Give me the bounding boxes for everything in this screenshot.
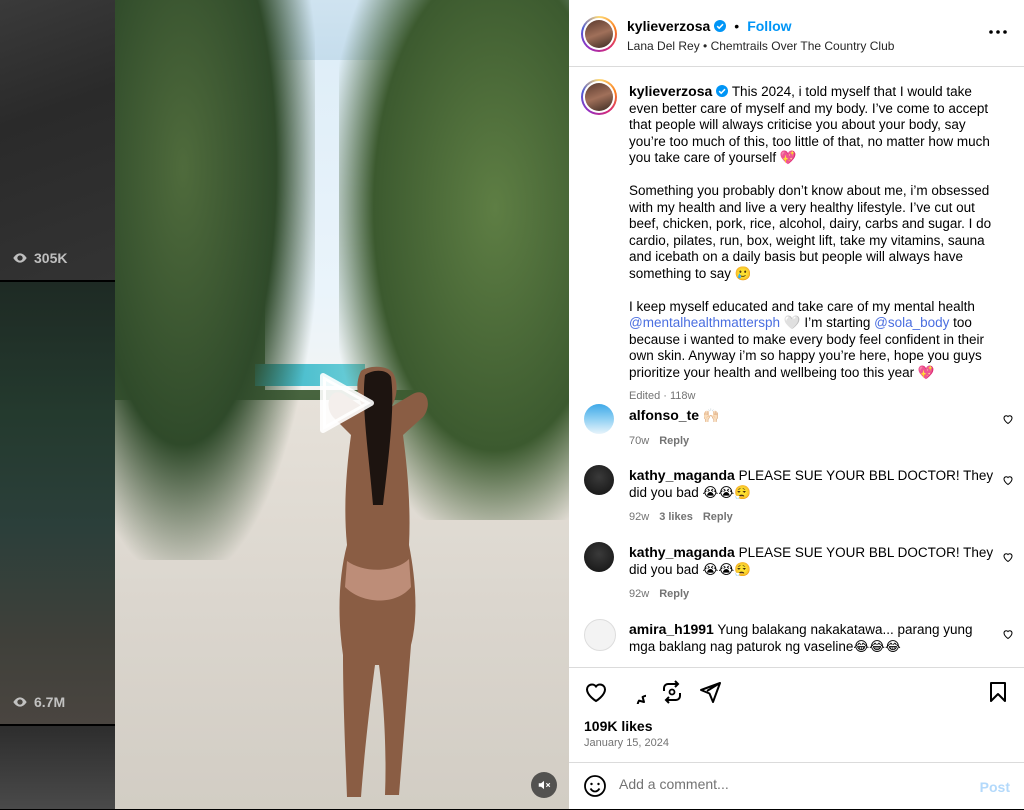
comment: kathy_maganda PLEASE SUE YOUR BBL DOCTOR… xyxy=(629,467,999,526)
comment-input[interactable] xyxy=(619,776,949,792)
background-reels: 305K 6.7M xyxy=(0,0,115,809)
caption-username[interactable]: kylieverzosa xyxy=(629,83,712,99)
comment-username[interactable]: kathy_maganda xyxy=(629,467,735,483)
post-video[interactable] xyxy=(115,0,569,809)
like-comment-heart-icon[interactable] xyxy=(1002,413,1014,425)
post-caption: kylieverzosa This 2024, i told myself th… xyxy=(629,83,999,404)
like-comment-heart-icon[interactable] xyxy=(1002,628,1014,640)
verified-badge-icon xyxy=(716,85,729,97)
reel-views-count: 6.7M xyxy=(34,694,66,710)
comment-icon[interactable] xyxy=(622,680,646,704)
reel-views: 6.7M xyxy=(12,694,65,710)
caption-text: 🤍 I’m starting xyxy=(783,315,871,330)
more-options-icon[interactable] xyxy=(988,24,1008,40)
username-link[interactable]: kylieverzosa xyxy=(627,18,710,34)
mention-link[interactable]: @mentalhealthmattersph xyxy=(629,315,780,330)
reply-button[interactable]: Reply xyxy=(659,435,689,447)
like-comment-heart-icon[interactable] xyxy=(1002,551,1014,563)
emoji-icon[interactable] xyxy=(583,774,607,798)
avatar[interactable] xyxy=(581,16,617,52)
comment-text: 🙌🏻 xyxy=(702,408,720,423)
comment-time: 92w xyxy=(629,588,650,600)
comment: kathy_maganda PLEASE SUE YOUR BBL DOCTOR… xyxy=(629,544,999,603)
post-panel: kylieverzosa • Follow Lana Del Rey • Che… xyxy=(569,0,1024,809)
comment-time: 70w xyxy=(629,434,650,447)
comment-avatar[interactable] xyxy=(584,619,616,651)
comment: alfonso_te 🙌🏻 70w Reply xyxy=(629,407,999,449)
comment-avatar[interactable] xyxy=(584,404,614,434)
post-date: January 15, 2024 xyxy=(584,737,670,749)
eye-icon xyxy=(13,697,27,707)
post-comment-button[interactable]: Post xyxy=(980,779,1010,795)
reel-views-count: 305K xyxy=(34,250,68,266)
comment-avatar[interactable] xyxy=(584,542,614,572)
comment-username[interactable]: amira_h1991 xyxy=(629,621,714,637)
post-actions: 109K likes January 15, 2024 xyxy=(569,667,1024,756)
caption-paragraph: Something you probably don’t know about … xyxy=(629,183,992,281)
reel-thumbnail[interactable] xyxy=(0,726,115,809)
comments-section[interactable]: kylieverzosa This 2024, i told myself th… xyxy=(569,67,1024,667)
like-heart-icon[interactable] xyxy=(584,680,608,704)
share-send-icon[interactable] xyxy=(698,680,722,704)
video-foliage-left xyxy=(115,0,315,560)
follow-button[interactable]: Follow xyxy=(747,18,791,34)
reel-thumbnail[interactable]: 305K xyxy=(0,0,115,280)
speaker-muted-icon xyxy=(538,780,551,790)
reply-button[interactable]: Reply xyxy=(703,511,733,523)
eye-icon xyxy=(13,253,27,263)
remix-icon[interactable] xyxy=(660,680,684,704)
separator-dot: • xyxy=(734,18,740,34)
comment-username[interactable]: kathy_maganda xyxy=(629,544,735,560)
like-comment-heart-icon[interactable] xyxy=(1002,474,1014,486)
caption-text: I keep myself educated and take care of … xyxy=(629,298,975,314)
reel-views: 305K xyxy=(12,250,67,266)
likes-count[interactable]: 109K likes xyxy=(584,718,653,734)
play-icon[interactable] xyxy=(315,372,375,434)
comment-time: 92w xyxy=(629,511,650,523)
comment-like-count[interactable]: 3 likes xyxy=(659,511,693,523)
reply-button[interactable]: Reply xyxy=(659,588,689,600)
mute-button[interactable] xyxy=(531,772,557,798)
mention-link[interactable]: @sola_body xyxy=(874,315,949,330)
post-header: kylieverzosa • Follow Lana Del Rey • Che… xyxy=(569,0,1024,67)
audio-link[interactable]: Lana Del Rey • Chemtrails Over The Count… xyxy=(627,39,894,53)
verified-badge-icon xyxy=(714,20,727,32)
comment: amira_h1991 Yung balakang nakakatawa... … xyxy=(629,621,999,655)
reel-thumbnail[interactable]: 6.7M xyxy=(0,282,115,724)
avatar[interactable] xyxy=(581,79,617,115)
comment-username[interactable]: alfonso_te xyxy=(629,407,699,423)
edited-timestamp: Edited · 118w xyxy=(629,389,696,402)
bookmark-icon[interactable] xyxy=(986,680,1010,704)
header-user-line: kylieverzosa • Follow xyxy=(627,18,792,34)
comment-avatar[interactable] xyxy=(584,465,614,495)
comment-composer: Post xyxy=(569,762,1024,810)
